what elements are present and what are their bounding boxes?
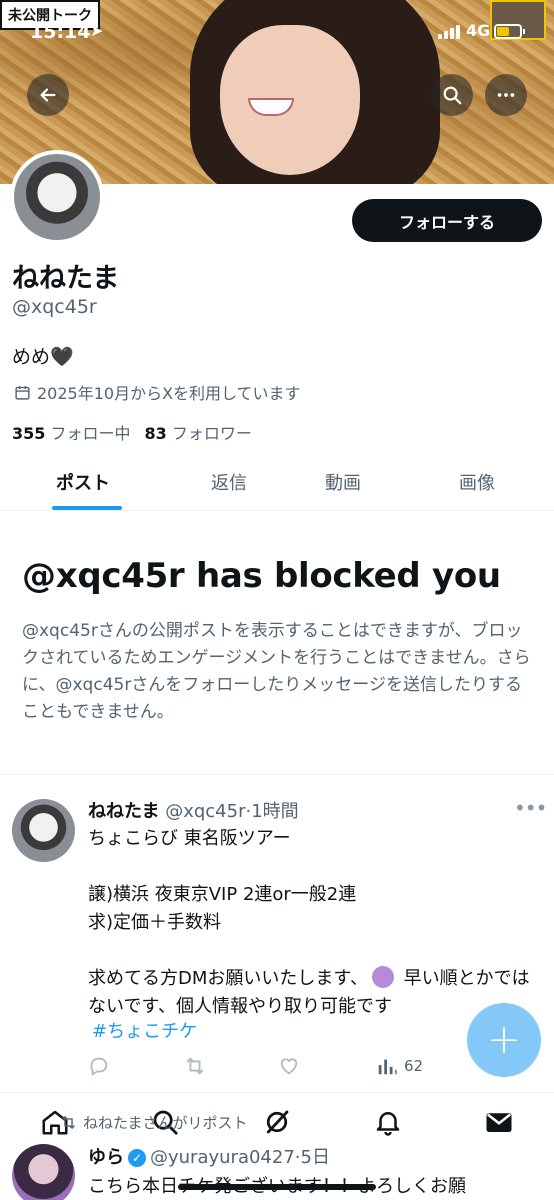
tweet-line: 求めてる方DMお願いいたします、 bbox=[88, 968, 368, 989]
tweet-line: 譲)横浜 夜東京VIP 2連or一般2連 bbox=[88, 884, 357, 905]
network-label: 4G bbox=[466, 21, 491, 40]
tweet-avatar[interactable] bbox=[12, 1144, 75, 1200]
followers-label: フォロワー bbox=[171, 424, 252, 443]
like-button[interactable] bbox=[278, 1055, 300, 1082]
calendar-icon bbox=[15, 385, 30, 400]
bar-chart-icon bbox=[378, 1059, 397, 1075]
nav-notifications[interactable] bbox=[373, 1107, 405, 1139]
nav-grok[interactable] bbox=[262, 1107, 294, 1139]
tweet-handle: @xqc45r bbox=[165, 801, 246, 822]
battery-icon bbox=[494, 24, 525, 39]
status-bar: 15:14 ➤ 4G bbox=[0, 18, 554, 48]
tweet-author[interactable]: ねねたま bbox=[88, 801, 159, 822]
repost-icon bbox=[62, 1116, 75, 1129]
verified-badge-icon: ✓ bbox=[128, 1149, 146, 1167]
tweet-text: ちょこらび 東名阪ツアー 譲)横浜 夜東京VIP 2連or一般2連 求)定価＋手… bbox=[88, 825, 538, 1021]
tweet-header: ねねたま @xqc45r·1時間 bbox=[88, 797, 299, 823]
repost-label: ねねたまさんがリポスト bbox=[83, 1114, 248, 1132]
profile-tabs: ポスト 返信 動画 画像 bbox=[0, 455, 554, 511]
profile-avatar[interactable] bbox=[10, 150, 104, 244]
joined-label: 2025年10月からXを利用しています bbox=[37, 384, 301, 403]
tweet-hashtag[interactable]: #ちょこチケ bbox=[92, 1017, 197, 1043]
repost-icon bbox=[186, 1057, 204, 1075]
grok-icon bbox=[266, 1110, 289, 1134]
views-button[interactable]: 62 bbox=[376, 1055, 423, 1077]
profile-handle: @xqc45r bbox=[12, 296, 97, 318]
compose-button[interactable]: + bbox=[467, 1003, 541, 1077]
follow-stats: 355 フォロー中 83 フォロワー bbox=[12, 420, 252, 444]
tweet-time: ·5日 bbox=[294, 1147, 330, 1168]
signal-icon bbox=[438, 24, 460, 39]
nav-messages[interactable] bbox=[484, 1107, 516, 1139]
tweet-actions: 62 bbox=[86, 1055, 446, 1081]
more-horizontal-icon bbox=[497, 93, 515, 97]
following-label: フォロー中 bbox=[50, 424, 131, 443]
arrow-left-icon bbox=[40, 88, 56, 102]
bell-icon bbox=[376, 1112, 400, 1136]
display-name: ねねたま bbox=[12, 263, 120, 294]
tab-images[interactable]: 画像 bbox=[459, 469, 495, 495]
tweet-more-icon[interactable]: ••• bbox=[514, 796, 547, 820]
reply-icon bbox=[90, 1057, 108, 1076]
woman-gesturing-emoji-icon bbox=[371, 966, 394, 988]
tweet-handle: @yurayura0427 bbox=[150, 1147, 295, 1168]
tweet-avatar[interactable] bbox=[12, 799, 75, 862]
back-button[interactable] bbox=[27, 74, 69, 116]
tweet-line: ちょこらび 東名阪ツアー bbox=[88, 828, 291, 849]
tab-videos[interactable]: 動画 bbox=[325, 469, 361, 495]
more-button[interactable] bbox=[485, 74, 527, 116]
search-button[interactable] bbox=[431, 74, 473, 116]
search-icon bbox=[443, 86, 462, 105]
home-indicator bbox=[178, 1184, 376, 1190]
envelope-icon bbox=[486, 1113, 512, 1132]
blocked-title: @xqc45r has blocked you bbox=[22, 556, 501, 596]
tab-posts[interactable]: ポスト bbox=[56, 469, 110, 495]
joined-date: 2025年10月からXを利用しています bbox=[14, 380, 301, 404]
following-link[interactable]: 355 フォロー中 bbox=[12, 424, 131, 443]
tweet-header: ゆら ✓ @yurayura0427·5日 bbox=[88, 1143, 330, 1169]
divider bbox=[0, 774, 554, 775]
active-tab-indicator bbox=[52, 506, 122, 510]
tab-replies[interactable]: 返信 bbox=[211, 469, 247, 495]
heart-icon bbox=[280, 1058, 298, 1075]
location-icon: ➤ bbox=[90, 21, 104, 40]
repost-context: ねねたまさんがリポスト bbox=[60, 1112, 248, 1133]
profile-bio: めめ🖤 bbox=[12, 346, 74, 368]
followers-link[interactable]: 83 フォロワー bbox=[145, 424, 252, 443]
views-count: 62 bbox=[404, 1057, 424, 1075]
follow-button[interactable]: フォローする bbox=[352, 199, 542, 242]
status-time: 15:14 bbox=[30, 21, 91, 43]
tweet-author[interactable]: ゆら bbox=[88, 1147, 124, 1168]
tweet-time: ·1時間 bbox=[245, 801, 299, 822]
repost-button[interactable] bbox=[184, 1055, 206, 1082]
following-count: 355 bbox=[12, 424, 46, 443]
reply-button[interactable] bbox=[88, 1055, 110, 1082]
blocked-description: @xqc45rさんの公開ポストを表示することはできますが、ブロックされているため… bbox=[22, 621, 531, 722]
followers-count: 83 bbox=[144, 424, 167, 443]
tweet-line: 求)定価＋手数料 bbox=[88, 912, 222, 933]
